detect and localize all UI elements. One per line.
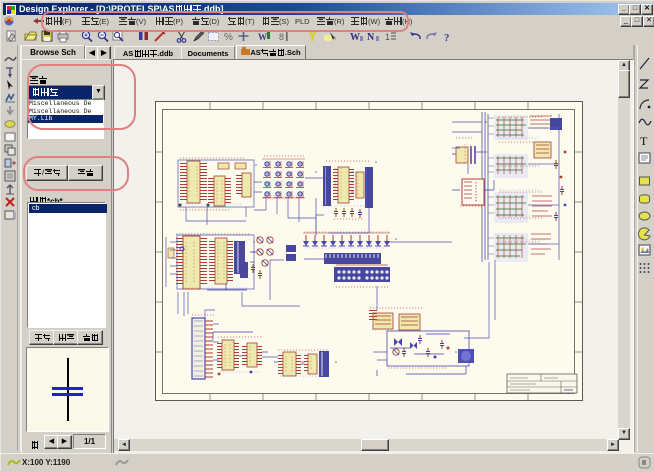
svg-text:N: N: [367, 32, 375, 43]
svg-text:W: W: [350, 32, 360, 43]
svg-text:T: T: [640, 134, 648, 148]
svg-text:%: %: [224, 32, 233, 43]
svg-text:1: 1: [385, 32, 390, 42]
svg-text:W: W: [258, 32, 267, 42]
svg-text:8: 8: [279, 32, 284, 42]
svg-text:?: ?: [444, 32, 450, 43]
